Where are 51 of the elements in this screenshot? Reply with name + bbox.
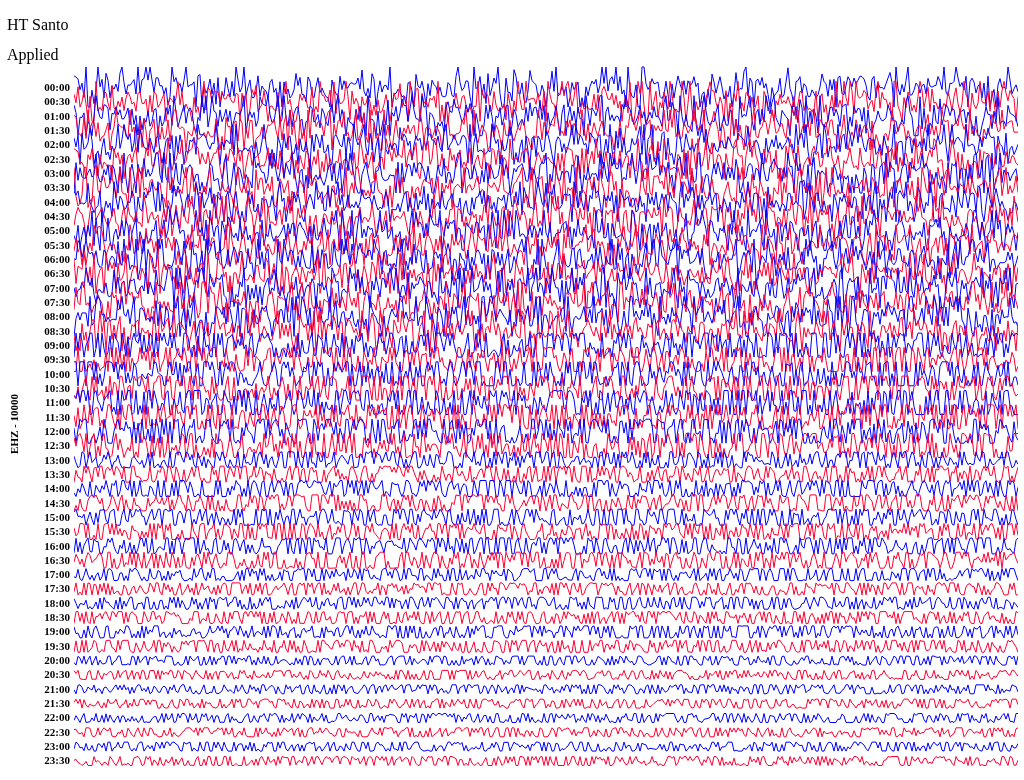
time-label: 21:30	[44, 696, 70, 711]
time-label: 23:30	[44, 753, 70, 768]
time-label: 04:30	[44, 208, 70, 224]
time-label: 07:00	[44, 280, 70, 295]
time-label: 23:00	[44, 739, 70, 754]
time-label: 00:00	[44, 80, 70, 95]
time-label: 20:00	[44, 653, 70, 668]
time-label: 12:00	[44, 423, 70, 439]
time-label: 16:30	[44, 552, 70, 568]
time-label: 00:30	[44, 94, 70, 109]
time-label: 02:30	[44, 151, 70, 166]
time-label: 02:00	[44, 137, 70, 152]
time-label: 19:30	[44, 638, 70, 654]
time-label: 09:30	[44, 352, 70, 367]
time-label: 17:30	[44, 581, 70, 596]
time-label: 17:00	[44, 567, 70, 582]
time-label: 18:30	[44, 610, 70, 625]
time-label: 01:30	[44, 123, 70, 138]
time-label: 14:30	[44, 495, 70, 510]
time-label: 21:00	[44, 681, 70, 697]
time-label: 08:30	[44, 323, 70, 338]
time-label: 13:00	[44, 452, 70, 467]
time-label: 22:30	[44, 724, 70, 740]
time-label: 09:00	[44, 337, 70, 353]
time-label: 06:00	[44, 251, 70, 267]
time-label: 10:00	[44, 366, 70, 381]
time-label: 22:00	[44, 710, 70, 725]
time-label: 13:30	[44, 466, 70, 482]
time-label: 06:30	[44, 266, 70, 281]
time-label: 16:00	[44, 538, 70, 553]
time-label: 19:00	[44, 624, 70, 639]
time-label: 03:00	[44, 165, 70, 181]
time-label: 08:00	[44, 309, 70, 324]
filter-label: Applied	[7, 45, 60, 65]
time-label: 10:30	[44, 380, 70, 396]
time-label: 15:00	[44, 509, 70, 525]
time-label: 20:30	[44, 667, 70, 682]
time-label: 15:30	[44, 524, 70, 539]
time-label: 05:00	[44, 223, 70, 238]
time-label: 01:00	[44, 108, 70, 123]
time-label: 07:30	[44, 294, 70, 310]
time-label: 18:00	[44, 595, 70, 611]
time-label: 03:30	[44, 180, 70, 195]
time-label: 11:30	[44, 409, 70, 424]
time-label: 11:00	[44, 395, 70, 410]
time-label: 14:00	[44, 481, 70, 496]
time-label: 12:30	[44, 438, 70, 453]
time-label: 05:30	[44, 237, 70, 252]
station-title: HT Santo	[7, 15, 70, 35]
time-label: 04:00	[44, 194, 70, 209]
channel-label: EHZ - 10000	[8, 393, 20, 454]
